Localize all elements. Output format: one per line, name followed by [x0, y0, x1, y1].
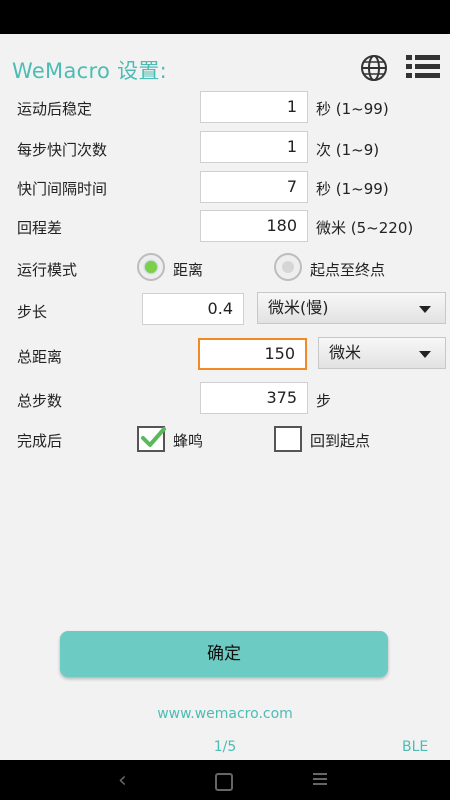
navigation-bar: ‹ [0, 760, 450, 800]
shutter-count-unit: 次 (1~9) [316, 141, 380, 159]
radio-start-end-label[interactable]: 起点至终点 [310, 259, 385, 280]
step-unit-select[interactable]: 微米(慢) [257, 292, 446, 324]
after-finish-label: 完成后 [17, 432, 63, 450]
stabilize-input[interactable]: 1 [200, 91, 308, 123]
shutter-interval-unit: 秒 (1~99) [316, 180, 389, 198]
step-label: 步长 [17, 303, 48, 321]
home-icon[interactable] [215, 773, 233, 791]
radio-unselected-dot [282, 261, 294, 273]
radio-distance[interactable] [137, 253, 165, 281]
back-icon[interactable]: ‹ [118, 768, 127, 793]
stabilize-label: 运动后稳定 [17, 100, 93, 118]
shutter-interval-input[interactable]: 7 [200, 171, 308, 203]
return-start-label[interactable]: 回到起点 [310, 430, 370, 451]
website-link[interactable]: www.wemacro.com [0, 706, 450, 722]
total-steps-input[interactable]: 375 [200, 382, 308, 414]
backlash-unit: 微米 (5~220) [316, 219, 414, 237]
total-distance-unit-select[interactable]: 微米 [318, 337, 446, 369]
step-input[interactable]: 0.4 [142, 293, 244, 325]
total-distance-unit-value: 微米 [329, 343, 362, 362]
page-indicator: 1/5 [213, 739, 237, 755]
list-menu-icon[interactable] [406, 54, 440, 80]
recent-apps-icon[interactable] [313, 773, 327, 785]
chevron-down-icon [419, 306, 431, 313]
shutter-count-label: 每步快门次数 [17, 141, 108, 159]
backlash-label: 回程差 [17, 219, 63, 237]
chevron-down-icon [419, 351, 431, 358]
status-bar [0, 0, 450, 34]
checkmark-icon [141, 427, 166, 447]
shutter-count-input[interactable]: 1 [200, 131, 308, 163]
beep-label[interactable]: 蜂鸣 [173, 430, 203, 451]
run-mode-label: 运行模式 [17, 261, 78, 279]
backlash-input[interactable]: 180 [200, 210, 308, 242]
shutter-interval-label: 快门间隔时间 [17, 180, 108, 198]
globe-icon[interactable] [358, 52, 390, 84]
confirm-button[interactable]: 确定 [60, 631, 388, 677]
total-steps-unit: 步 [316, 392, 332, 410]
total-steps-label: 总步数 [17, 392, 63, 410]
ble-button[interactable]: BLE [402, 739, 428, 755]
total-distance-input[interactable]: 150 [198, 338, 307, 370]
return-start-checkbox[interactable] [274, 426, 302, 452]
step-unit-value: 微米(慢) [268, 298, 329, 317]
total-distance-label: 总距离 [17, 348, 63, 366]
beep-checkbox[interactable] [137, 426, 166, 452]
stabilize-unit: 秒 (1~99) [316, 100, 389, 118]
radio-start-end[interactable] [274, 253, 302, 281]
radio-distance-label[interactable]: 距离 [173, 259, 203, 280]
page-title: WeMacro 设置: [12, 59, 168, 83]
radio-selected-dot [145, 261, 157, 273]
